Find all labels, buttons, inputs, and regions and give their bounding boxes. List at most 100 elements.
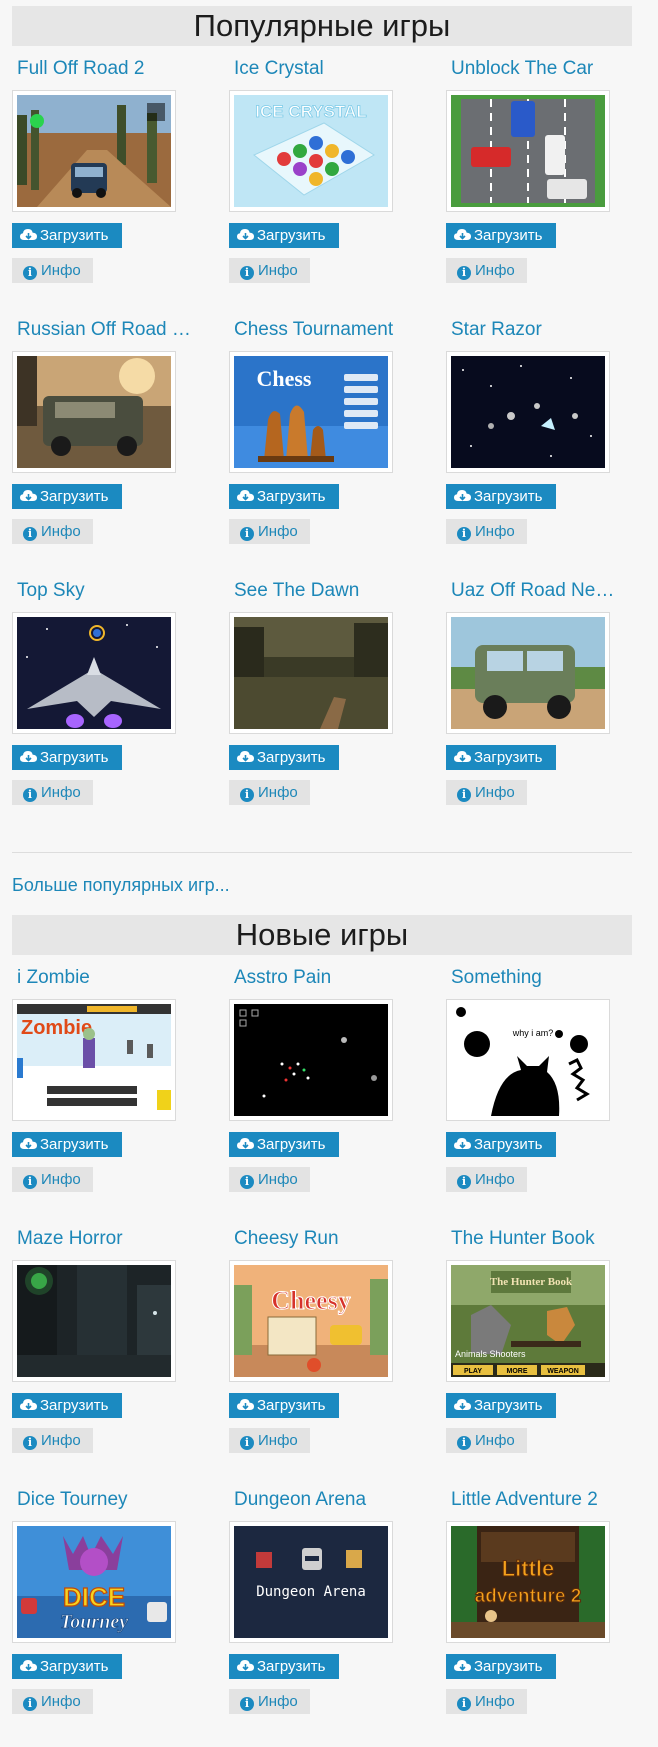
info-button[interactable]: i Инфо <box>229 1167 310 1192</box>
game-title-link[interactable]: i Zombie <box>17 965 202 991</box>
info-icon: i <box>240 1436 254 1450</box>
info-button[interactable]: i Инфо <box>229 1428 310 1453</box>
game-thumbnail[interactable] <box>12 612 176 734</box>
info-button[interactable]: i Инфо <box>446 519 527 544</box>
thumbnail-image: why i am? <box>451 1004 605 1116</box>
download-button[interactable]: Загрузить <box>446 1654 556 1679</box>
info-button[interactable]: i Инфо <box>229 1689 310 1714</box>
info-button[interactable]: i Инфо <box>446 1167 527 1192</box>
download-button[interactable]: Загрузить <box>446 745 556 770</box>
game-thumbnail[interactable]: ICE CRYSTAL <box>229 90 393 212</box>
download-button[interactable]: Загрузить <box>12 1132 122 1157</box>
game-thumbnail[interactable]: The Hunter Book Animals Shooters PLAY MO… <box>446 1260 610 1382</box>
game-card: The Hunter Book The Hunter Book Animals … <box>446 1226 651 1466</box>
info-icon: i <box>240 1175 254 1189</box>
game-title-link[interactable]: Ice Crystal <box>234 56 419 82</box>
thumbnail-image: DICE Tourney <box>17 1526 171 1638</box>
download-button[interactable]: Загрузить <box>229 223 339 248</box>
info-label: Инфо <box>258 784 298 801</box>
game-thumbnail[interactable] <box>446 612 610 734</box>
thumbnail-image: Chess <box>234 356 388 468</box>
info-button[interactable]: i Инфо <box>12 780 93 805</box>
game-title-link[interactable]: See The Dawn <box>234 578 419 604</box>
game-thumbnail[interactable]: Dungeon Arena <box>229 1521 393 1643</box>
download-button[interactable]: Загрузить <box>446 1132 556 1157</box>
info-icon: i <box>23 266 37 280</box>
info-button[interactable]: i Инфо <box>446 1428 527 1453</box>
chess-logo: Chess <box>256 366 311 391</box>
info-icon: i <box>457 1697 471 1711</box>
download-button[interactable]: Загрузить <box>12 1654 122 1679</box>
game-title-link[interactable]: Maze Horror <box>17 1226 202 1252</box>
game-thumbnail[interactable] <box>12 1260 176 1382</box>
popular-games-heading: Популярные игры <box>12 6 632 46</box>
game-title-link[interactable]: Unblock The Car <box>451 56 636 82</box>
game-title-link[interactable]: Chess Tournament <box>234 317 419 343</box>
download-button[interactable]: Загрузить <box>229 484 339 509</box>
thumbnail-image: Little adventure 2 <box>451 1526 605 1638</box>
info-button[interactable]: i Инфо <box>12 1428 93 1453</box>
download-button[interactable]: Загрузить <box>229 745 339 770</box>
info-button[interactable]: i Инфо <box>12 1689 93 1714</box>
game-title-link[interactable]: Dungeon Arena <box>234 1487 419 1513</box>
info-button[interactable]: i Инфо <box>229 780 310 805</box>
cloud-download-icon <box>20 1395 37 1410</box>
game-title-link[interactable]: The Hunter Book <box>451 1226 636 1252</box>
download-button[interactable]: Загрузить <box>229 1654 339 1679</box>
game-title-link[interactable]: Something <box>451 965 636 991</box>
download-button[interactable]: Загрузить <box>229 1393 339 1418</box>
download-button[interactable]: Загрузить <box>12 745 122 770</box>
game-thumbnail[interactable] <box>446 351 610 473</box>
info-button[interactable]: i Инфо <box>229 519 310 544</box>
game-thumbnail[interactable]: DICE Tourney <box>12 1521 176 1643</box>
game-thumbnail[interactable]: Zombie <box>12 999 176 1121</box>
game-title-link[interactable]: Cheesy Run <box>234 1226 419 1252</box>
download-button[interactable]: Загрузить <box>446 223 556 248</box>
game-thumbnail[interactable] <box>229 612 393 734</box>
game-thumbnail[interactable]: why i am? <box>446 999 610 1121</box>
game-thumbnail[interactable] <box>12 351 176 473</box>
info-button[interactable]: i Инфо <box>12 258 93 283</box>
download-label: Загрузить <box>40 1136 109 1153</box>
download-label: Загрузить <box>257 1397 326 1414</box>
game-thumbnail[interactable] <box>12 90 176 212</box>
download-label: Загрузить <box>474 488 543 505</box>
download-button[interactable]: Загрузить <box>12 484 122 509</box>
download-button[interactable]: Загрузить <box>446 1393 556 1418</box>
info-icon: i <box>240 1697 254 1711</box>
cloud-download-icon <box>454 1656 471 1671</box>
info-icon: i <box>457 788 471 802</box>
info-label: Инфо <box>41 1693 81 1710</box>
game-title-link[interactable]: Uaz Off Road Ne… <box>451 578 636 604</box>
game-thumbnail[interactable]: Cheesy <box>229 1260 393 1382</box>
info-button[interactable]: i Инфо <box>12 519 93 544</box>
cloud-download-icon <box>454 225 471 240</box>
download-button[interactable]: Загрузить <box>229 1132 339 1157</box>
game-thumbnail[interactable]: Chess <box>229 351 393 473</box>
game-title-link[interactable]: Asstro Pain <box>234 965 419 991</box>
game-title-link[interactable]: Full Off Road 2 <box>17 56 202 82</box>
download-button[interactable]: Загрузить <box>12 223 122 248</box>
game-title-link[interactable]: Little Adventure 2 <box>451 1487 636 1513</box>
more-popular-games-link[interactable]: Больше популярных игр... <box>12 873 230 897</box>
game-thumbnail[interactable] <box>446 90 610 212</box>
info-label: Инфо <box>475 1432 515 1449</box>
download-button[interactable]: Загрузить <box>12 1393 122 1418</box>
game-title-link[interactable]: Star Razor <box>451 317 636 343</box>
game-card: Full Off Road 2 Загрузить i Инфо <box>12 56 217 296</box>
game-thumbnail[interactable]: Little adventure 2 <box>446 1521 610 1643</box>
download-label: Загрузить <box>257 1658 326 1675</box>
info-button[interactable]: i Инфо <box>446 258 527 283</box>
game-title-link[interactable]: Top Sky <box>17 578 202 604</box>
info-icon: i <box>240 527 254 541</box>
info-button[interactable]: i Инфо <box>446 1689 527 1714</box>
info-icon: i <box>23 788 37 802</box>
info-button[interactable]: i Инфо <box>12 1167 93 1192</box>
game-thumbnail[interactable] <box>229 999 393 1121</box>
info-button[interactable]: i Инфо <box>446 780 527 805</box>
download-button[interactable]: Загрузить <box>446 484 556 509</box>
info-icon: i <box>457 1436 471 1450</box>
game-title-link[interactable]: Dice Tourney <box>17 1487 202 1513</box>
game-title-link[interactable]: Russian Off Road … <box>17 317 202 343</box>
info-button[interactable]: i Инфо <box>229 258 310 283</box>
